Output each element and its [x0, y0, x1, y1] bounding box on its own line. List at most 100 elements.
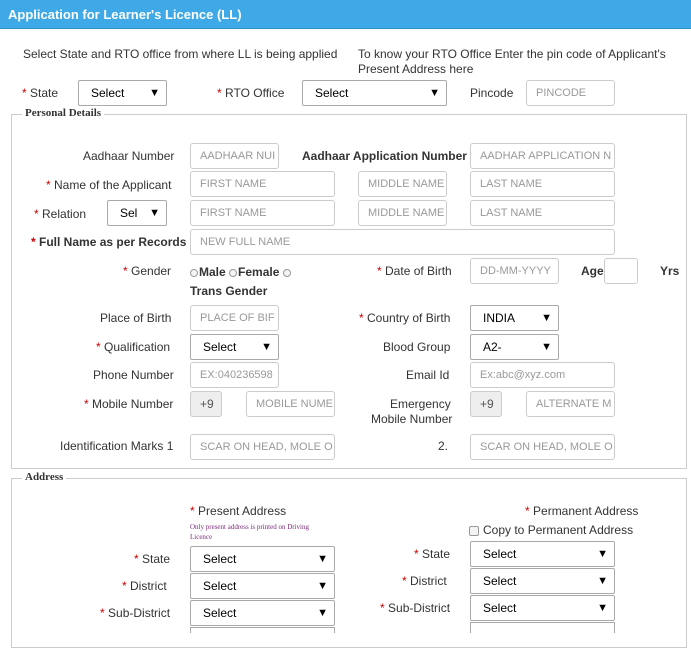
gender-options: Male Female [190, 265, 292, 279]
qualification-select[interactable]: Select ▼ [190, 334, 279, 360]
dob-label: * Date of Birth [377, 264, 452, 278]
first-name-input[interactable]: FIRST NAME [190, 171, 335, 197]
chevron-down-icon: ▼ [261, 341, 272, 353]
present-subdistrict-select[interactable]: Select ▼ [190, 600, 335, 626]
present-district-label: * District [122, 579, 167, 593]
emergency-label-1: Emergency [390, 397, 451, 411]
page-header: Application for Learner's Licence (LL) [0, 0, 691, 29]
age-input[interactable] [604, 258, 638, 284]
full-name-input[interactable]: NEW FULL NAME [190, 229, 615, 255]
country-of-birth-select[interactable]: INDIA ▼ [470, 305, 559, 331]
present-address-label: * Present Address [190, 504, 286, 518]
present-subdistrict-label: * Sub-District [100, 606, 170, 620]
rto-state-select-value: Select [91, 86, 125, 100]
mobile-number-input[interactable]: MOBILE NUME [246, 391, 335, 417]
rto-state-label-text: State [30, 86, 59, 100]
address-legend: Address [22, 471, 67, 483]
gender-female-radio[interactable] [229, 268, 238, 277]
qualification-select-value: Select [203, 340, 237, 354]
gender-female-label: Female [238, 265, 280, 279]
present-next-select-partial[interactable] [190, 627, 335, 633]
present-district-select-value: Select [203, 579, 237, 593]
personal-details-legend: Personal Details [22, 107, 105, 119]
identification-marks-1-input[interactable]: SCAR ON HEAD, MOLE O [190, 434, 335, 460]
required-mark: * [190, 504, 195, 518]
yrs-label: Yrs [660, 264, 680, 278]
mobile-country-code: +9 [190, 391, 222, 417]
aadhaar-label: Aadhaar Number [83, 149, 175, 163]
dob-input[interactable]: DD-MM-YYYY [470, 258, 559, 284]
phone-number-input[interactable]: EX:040236598 [190, 362, 279, 388]
chevron-down-icon: ▼ [317, 580, 328, 592]
required-mark: * [380, 601, 385, 615]
emergency-number-input[interactable]: ALTERNATE M [526, 391, 615, 417]
page-title: Application for Learner's Licence (LL) [8, 7, 242, 22]
relation-select[interactable]: Sel ▼ [107, 200, 167, 226]
intro-right-text-1: To know your RTO Office Enter the pin co… [358, 47, 666, 61]
intro-left-text: Select State and RTO office from where L… [23, 47, 338, 61]
present-district-select[interactable]: Select ▼ [190, 573, 335, 599]
present-state-select[interactable]: Select ▼ [190, 546, 335, 572]
rto-office-label-text: RTO Office [225, 86, 285, 100]
identification-marks-2-input[interactable]: SCAR ON HEAD, MOLE O [470, 434, 615, 460]
gender-male-label: Male [199, 265, 226, 279]
gender-label: * Gender [123, 264, 171, 278]
required-mark: * [359, 311, 364, 325]
pincode-input[interactable]: PINCODE [526, 80, 615, 106]
permanent-state-select[interactable]: Select ▼ [470, 541, 615, 567]
present-district-label-text: District [130, 579, 167, 593]
aadhaar-application-input[interactable]: AADHAR APPLICATION N [470, 143, 615, 169]
required-mark: * [96, 340, 101, 354]
place-of-birth-input[interactable]: PLACE OF BIF [190, 305, 279, 331]
rto-office-select[interactable]: Select ▼ [302, 80, 447, 106]
present-address-note-1: Only present address is printed on Drivi… [190, 523, 309, 531]
required-mark: * [100, 606, 105, 620]
permanent-district-label: * District [402, 574, 447, 588]
gender-male-radio[interactable] [190, 268, 198, 277]
permanent-district-select[interactable]: Select ▼ [470, 568, 615, 594]
identification-marks-2-label: 2. [438, 439, 449, 453]
full-name-label: * Full Name as per Records [31, 235, 186, 249]
rto-state-select[interactable]: Select ▼ [78, 80, 167, 106]
required-mark: * [31, 235, 36, 249]
intro-right-text-2: Present Address here [358, 62, 474, 76]
copy-to-permanent-label: Copy to Permanent Address [483, 523, 634, 537]
required-mark: * [84, 397, 89, 411]
present-address-note-2: Licence [190, 533, 213, 541]
age-label: Age [581, 264, 604, 278]
permanent-next-select-partial[interactable] [470, 622, 615, 633]
permanent-subdistrict-select[interactable]: Select ▼ [470, 595, 615, 621]
required-mark: * [122, 579, 127, 593]
qualification-label: * Qualification [96, 340, 170, 354]
relation-last-name-input[interactable]: LAST NAME [470, 200, 615, 226]
country-of-birth-label: * Country of Birth [359, 311, 450, 325]
required-mark: * [123, 264, 128, 278]
relation-select-value: Sel [120, 206, 138, 220]
mobile-number-label: * Mobile Number [84, 397, 173, 411]
permanent-state-label-text: State [422, 547, 451, 561]
email-input[interactable]: Ex:abc@xyz.com [470, 362, 615, 388]
middle-name-input[interactable]: MIDDLE NAME [358, 171, 447, 197]
chevron-down-icon: ▼ [149, 207, 160, 219]
pincode-label: Pincode [470, 86, 514, 100]
aadhaar-input[interactable]: AADHAAR NUI [190, 143, 279, 169]
chevron-down-icon: ▼ [317, 553, 328, 565]
rto-state-label: * State [22, 86, 58, 100]
chevron-down-icon: ▼ [429, 87, 440, 99]
blood-group-select[interactable]: A2- ▼ [470, 334, 559, 360]
emergency-country-code: +9 [470, 391, 502, 417]
aadhaar-application-label: Aadhaar Application Number [302, 149, 467, 163]
chevron-down-icon: ▼ [597, 548, 608, 560]
dob-label-text: Date of Birth [385, 264, 452, 278]
rto-office-select-value: Select [315, 86, 349, 100]
gender-trans-radio[interactable] [282, 268, 291, 277]
permanent-subdistrict-label: * Sub-District [380, 601, 450, 615]
required-mark: * [525, 504, 530, 518]
relation-middle-name-input[interactable]: MIDDLE NAME [358, 200, 447, 226]
copy-to-permanent-checkbox[interactable] [469, 525, 479, 536]
permanent-address-label-text: Permanent Address [533, 504, 639, 518]
permanent-subdistrict-select-value: Select [483, 601, 517, 615]
copy-to-permanent[interactable]: Copy to Permanent Address [469, 523, 633, 537]
last-name-input[interactable]: LAST NAME [470, 171, 615, 197]
relation-first-name-input[interactable]: FIRST NAME [190, 200, 335, 226]
